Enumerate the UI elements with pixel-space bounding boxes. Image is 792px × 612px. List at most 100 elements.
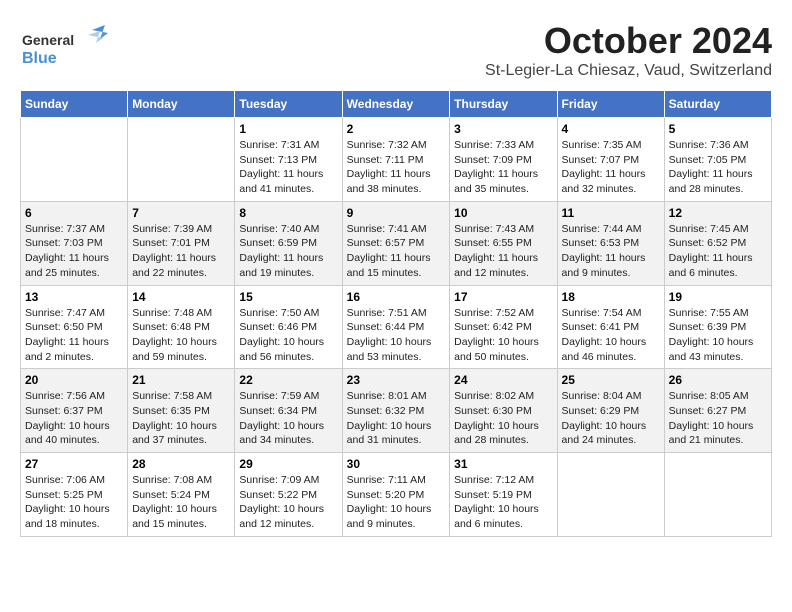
- calendar-day-cell: 28 Sunrise: 7:08 AMSunset: 5:24 PMDayligh…: [128, 453, 235, 537]
- calendar-day-cell: 20 Sunrise: 7:56 AMSunset: 6:37 PMDayligh…: [21, 369, 128, 453]
- calendar-day-cell: 1 Sunrise: 7:31 AMSunset: 7:13 PMDaylight…: [235, 118, 342, 202]
- day-number: 20: [25, 373, 123, 387]
- calendar-day-cell: 16 Sunrise: 7:51 AMSunset: 6:44 PMDayligh…: [342, 285, 450, 369]
- calendar-day-cell: 21Sunrise: 7:58 AMSunset: 6:35 PMDayligh…: [128, 369, 235, 453]
- day-info: Sunrise: 8:05 AMSunset: 6:27 PMDaylight:…: [669, 389, 767, 448]
- calendar-day-cell: 15Sunrise: 7:50 AMSunset: 6:46 PMDayligh…: [235, 285, 342, 369]
- calendar-day-cell: 26 Sunrise: 8:05 AMSunset: 6:27 PMDayligh…: [664, 369, 771, 453]
- day-info: Sunrise: 7:59 AMSunset: 6:34 PMDaylight:…: [239, 389, 337, 448]
- day-info: Sunrise: 7:33 AMSunset: 7:09 PMDaylight:…: [454, 138, 552, 197]
- day-number: 28: [132, 457, 230, 471]
- calendar-day-cell: 29Sunrise: 7:09 AMSunset: 5:22 PMDayligh…: [235, 453, 342, 537]
- calendar-day-cell: 12 Sunrise: 7:45 AMSunset: 6:52 PMDayligh…: [664, 201, 771, 285]
- calendar-day-cell: 9 Sunrise: 7:41 AMSunset: 6:57 PMDaylight…: [342, 201, 450, 285]
- day-number: 7: [132, 206, 230, 220]
- weekday-header: Saturday: [664, 91, 771, 118]
- calendar-day-cell: 14 Sunrise: 7:48 AMSunset: 6:48 PMDayligh…: [128, 285, 235, 369]
- weekday-header: Friday: [557, 91, 664, 118]
- day-info: Sunrise: 7:31 AMSunset: 7:13 PMDaylight:…: [239, 138, 337, 197]
- day-number: 12: [669, 206, 767, 220]
- calendar-day-cell: 11 Sunrise: 7:44 AMSunset: 6:53 PMDayligh…: [557, 201, 664, 285]
- calendar-day-cell: 13 Sunrise: 7:47 AMSunset: 6:50 PMDayligh…: [21, 285, 128, 369]
- day-number: 2: [347, 122, 446, 136]
- calendar-week-row: 20 Sunrise: 7:56 AMSunset: 6:37 PMDayligh…: [21, 369, 772, 453]
- day-number: 13: [25, 290, 123, 304]
- day-info: Sunrise: 7:37 AMSunset: 7:03 PMDaylight:…: [25, 222, 123, 281]
- calendar-day-cell: 7 Sunrise: 7:39 AMSunset: 7:01 PMDaylight…: [128, 201, 235, 285]
- location: St-Legier-La Chiesaz, Vaud, Switzerland: [485, 62, 772, 80]
- day-number: 5: [669, 122, 767, 136]
- day-number: 6: [25, 206, 123, 220]
- logo: General Blue: [20, 25, 110, 75]
- day-info: Sunrise: 7:32 AMSunset: 7:11 PMDaylight:…: [347, 138, 446, 197]
- calendar-week-row: 13 Sunrise: 7:47 AMSunset: 6:50 PMDayligh…: [21, 285, 772, 369]
- day-info: Sunrise: 7:55 AMSunset: 6:39 PMDaylight:…: [669, 306, 767, 365]
- calendar-day-cell: 24Sunrise: 8:02 AMSunset: 6:30 PMDayligh…: [450, 369, 557, 453]
- calendar-week-row: 27Sunrise: 7:06 AMSunset: 5:25 PMDayligh…: [21, 453, 772, 537]
- day-number: 3: [454, 122, 552, 136]
- day-info: Sunrise: 7:41 AMSunset: 6:57 PMDaylight:…: [347, 222, 446, 281]
- day-number: 26: [669, 373, 767, 387]
- svg-text:General: General: [22, 32, 74, 48]
- calendar-day-cell: 2 Sunrise: 7:32 AMSunset: 7:11 PMDaylight…: [342, 118, 450, 202]
- day-info: Sunrise: 7:52 AMSunset: 6:42 PMDaylight:…: [454, 306, 552, 365]
- calendar-day-cell: 6 Sunrise: 7:37 AMSunset: 7:03 PMDaylight…: [21, 201, 128, 285]
- day-number: 1: [239, 122, 337, 136]
- weekday-header: Wednesday: [342, 91, 450, 118]
- page-header: General Blue October 2024 St-Legier-La C…: [20, 20, 772, 80]
- day-info: Sunrise: 7:43 AMSunset: 6:55 PMDaylight:…: [454, 222, 552, 281]
- day-info: Sunrise: 7:36 AMSunset: 7:05 PMDaylight:…: [669, 138, 767, 197]
- calendar-day-cell: 25Sunrise: 8:04 AMSunset: 6:29 PMDayligh…: [557, 369, 664, 453]
- day-number: 30: [347, 457, 446, 471]
- weekday-header: Thursday: [450, 91, 557, 118]
- calendar-week-row: 1 Sunrise: 7:31 AMSunset: 7:13 PMDaylight…: [21, 118, 772, 202]
- calendar-day-cell: 23 Sunrise: 8:01 AMSunset: 6:32 PMDayligh…: [342, 369, 450, 453]
- calendar-day-cell: [128, 118, 235, 202]
- day-number: 8: [239, 206, 337, 220]
- day-info: Sunrise: 7:58 AMSunset: 6:35 PMDaylight:…: [132, 389, 230, 448]
- day-number: 4: [562, 122, 660, 136]
- day-info: Sunrise: 7:44 AMSunset: 6:53 PMDaylight:…: [562, 222, 660, 281]
- calendar-table: SundayMondayTuesdayWednesdayThursdayFrid…: [20, 90, 772, 537]
- weekday-header: Monday: [128, 91, 235, 118]
- day-info: Sunrise: 7:35 AMSunset: 7:07 PMDaylight:…: [562, 138, 660, 197]
- day-info: Sunrise: 7:48 AMSunset: 6:48 PMDaylight:…: [132, 306, 230, 365]
- month-title: October 2024: [485, 20, 772, 62]
- day-info: Sunrise: 7:06 AMSunset: 5:25 PMDaylight:…: [25, 473, 123, 532]
- day-number: 11: [562, 206, 660, 220]
- weekday-header: Tuesday: [235, 91, 342, 118]
- calendar-day-cell: [21, 118, 128, 202]
- logo-svg: General Blue: [20, 25, 110, 75]
- day-number: 10: [454, 206, 552, 220]
- day-info: Sunrise: 7:56 AMSunset: 6:37 PMDaylight:…: [25, 389, 123, 448]
- calendar-day-cell: 8 Sunrise: 7:40 AMSunset: 6:59 PMDaylight…: [235, 201, 342, 285]
- calendar-day-cell: 22 Sunrise: 7:59 AMSunset: 6:34 PMDayligh…: [235, 369, 342, 453]
- day-number: 23: [347, 373, 446, 387]
- day-info: Sunrise: 7:51 AMSunset: 6:44 PMDaylight:…: [347, 306, 446, 365]
- day-info: Sunrise: 7:45 AMSunset: 6:52 PMDaylight:…: [669, 222, 767, 281]
- calendar-day-cell: 4 Sunrise: 7:35 AMSunset: 7:07 PMDaylight…: [557, 118, 664, 202]
- day-info: Sunrise: 8:01 AMSunset: 6:32 PMDaylight:…: [347, 389, 446, 448]
- calendar-header-row: SundayMondayTuesdayWednesdayThursdayFrid…: [21, 91, 772, 118]
- day-number: 22: [239, 373, 337, 387]
- day-number: 14: [132, 290, 230, 304]
- day-number: 16: [347, 290, 446, 304]
- day-number: 15: [239, 290, 337, 304]
- calendar-day-cell: 18Sunrise: 7:54 AMSunset: 6:41 PMDayligh…: [557, 285, 664, 369]
- day-info: Sunrise: 7:40 AMSunset: 6:59 PMDaylight:…: [239, 222, 337, 281]
- day-number: 25: [562, 373, 660, 387]
- calendar-day-cell: 10 Sunrise: 7:43 AMSunset: 6:55 PMDayligh…: [450, 201, 557, 285]
- day-number: 18: [562, 290, 660, 304]
- day-info: Sunrise: 7:39 AMSunset: 7:01 PMDaylight:…: [132, 222, 230, 281]
- calendar-day-cell: [664, 453, 771, 537]
- day-info: Sunrise: 7:12 AMSunset: 5:19 PMDaylight:…: [454, 473, 552, 532]
- day-number: 9: [347, 206, 446, 220]
- day-info: Sunrise: 7:09 AMSunset: 5:22 PMDaylight:…: [239, 473, 337, 532]
- calendar-day-cell: 30Sunrise: 7:11 AMSunset: 5:20 PMDayligh…: [342, 453, 450, 537]
- day-info: Sunrise: 7:47 AMSunset: 6:50 PMDaylight:…: [25, 306, 123, 365]
- weekday-header: Sunday: [21, 91, 128, 118]
- day-info: Sunrise: 8:02 AMSunset: 6:30 PMDaylight:…: [454, 389, 552, 448]
- calendar-day-cell: 19Sunrise: 7:55 AMSunset: 6:39 PMDayligh…: [664, 285, 771, 369]
- calendar-day-cell: 3 Sunrise: 7:33 AMSunset: 7:09 PMDaylight…: [450, 118, 557, 202]
- day-info: Sunrise: 7:08 AMSunset: 5:24 PMDaylight:…: [132, 473, 230, 532]
